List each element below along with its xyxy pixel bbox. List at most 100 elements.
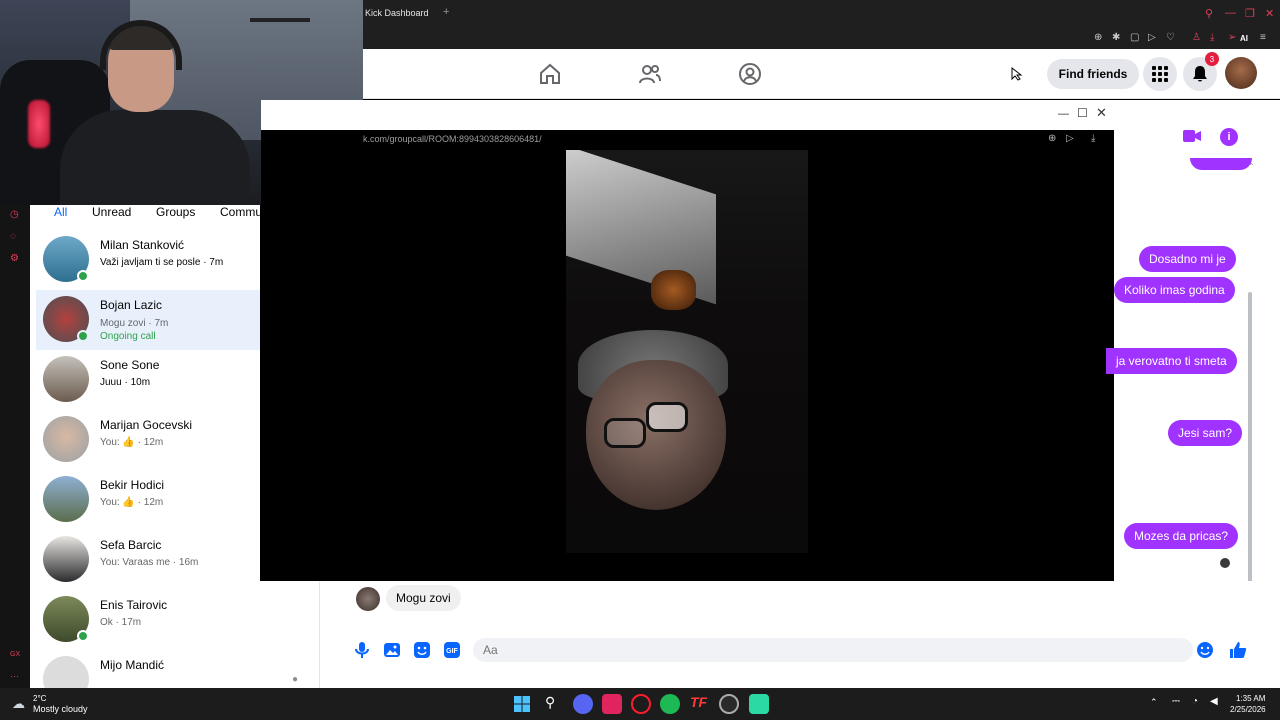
chat-name: Bojan Lazic bbox=[100, 298, 163, 312]
sidebar-footer: ⌄ bbox=[260, 581, 320, 688]
search-icon[interactable]: ⚲ bbox=[545, 694, 555, 711]
menu-icon[interactable]: ≡ bbox=[1260, 32, 1266, 43]
close-icon[interactable]: ✕ bbox=[1096, 105, 1107, 121]
network-icon[interactable]: ⎓ bbox=[1172, 696, 1180, 707]
profile-avatar[interactable] bbox=[1225, 57, 1257, 89]
chat-item[interactable]: Sefa Barcic You: Varaas me · 16m bbox=[36, 530, 260, 590]
sent-message: Koliko imas godina bbox=[1114, 277, 1235, 303]
home-icon[interactable] bbox=[538, 62, 562, 86]
weather-icon[interactable]: ☁ bbox=[12, 696, 25, 712]
settings-icon[interactable]: ⚙ bbox=[10, 253, 19, 264]
chat-item[interactable]: Mijo Mandić bbox=[36, 650, 260, 688]
discord-icon[interactable] bbox=[573, 694, 593, 714]
find-friends-button[interactable]: Find friends bbox=[1047, 59, 1139, 89]
chat-preview: You: 👍 · 12m bbox=[100, 437, 164, 448]
call-url[interactable]: k.com/groupcall/ROOM:8994303828606481/ bbox=[363, 134, 542, 144]
scrollbar[interactable]: ⌃ bbox=[1246, 162, 1255, 622]
browser-tabbar: Kick Dashboard + ⚲ — ❐ ✕ bbox=[363, 0, 1280, 30]
restore-icon[interactable]: ❐ bbox=[1245, 7, 1255, 20]
chat-name: Marijan Gocevski bbox=[100, 418, 193, 432]
chat-name: Sone Sone bbox=[100, 358, 160, 372]
filter-unread[interactable]: Unread bbox=[92, 205, 131, 219]
image-icon[interactable] bbox=[383, 641, 401, 659]
app-tf-icon[interactable]: TF bbox=[690, 694, 710, 714]
ai-button[interactable]: AI bbox=[1240, 34, 1248, 43]
emoji-icon[interactable] bbox=[1196, 641, 1214, 659]
clock-time[interactable]: 1:35 AM bbox=[1236, 694, 1265, 703]
screenshot-icon[interactable]: ▢ bbox=[1130, 32, 1139, 43]
close-icon[interactable]: ✕ bbox=[1265, 7, 1274, 20]
new-tab-button[interactable]: + bbox=[443, 6, 449, 18]
zoom-icon[interactable]: ⊕ bbox=[1048, 133, 1056, 144]
filter-groups[interactable]: Groups bbox=[156, 205, 195, 219]
apps-grid-icon[interactable] bbox=[1143, 57, 1177, 91]
chat-item[interactable]: Sone Sone Juuu · 10m bbox=[36, 350, 260, 410]
gx-icon[interactable]: GX bbox=[10, 651, 20, 658]
conversation-panel: i Dosadno mi je Koliko imas godina ja ve… bbox=[1106, 100, 1280, 581]
friends-icon[interactable] bbox=[638, 62, 662, 86]
online-indicator bbox=[77, 270, 89, 282]
tiktok-icon[interactable] bbox=[602, 694, 622, 714]
chat-app-icon[interactable] bbox=[749, 694, 769, 714]
chat-name: Milan Stanković bbox=[100, 238, 185, 252]
chat-list: All Unread Groups Commu Milan Stanković … bbox=[30, 205, 260, 688]
call-urlbar: k.com/groupcall/ROOM:8994303828606481/ ⊕… bbox=[261, 130, 1114, 150]
maximize-icon[interactable]: ☐ bbox=[1077, 106, 1088, 120]
message-bubble-partial bbox=[1190, 158, 1252, 170]
chrome-icon[interactable] bbox=[719, 694, 739, 714]
windows-start-icon[interactable] bbox=[514, 696, 530, 712]
chat-item[interactable]: Bekir Hodici You: 👍 · 12m bbox=[36, 470, 260, 530]
avatar bbox=[43, 656, 89, 688]
scrollbar-thumb bbox=[1248, 292, 1252, 612]
play-icon[interactable]: ▷ bbox=[1066, 133, 1074, 144]
seen-avatar bbox=[1220, 558, 1230, 568]
zoom-icon[interactable]: ⊕ bbox=[1094, 32, 1102, 43]
opera-icon[interactable] bbox=[631, 694, 651, 714]
sticker-icon[interactable] bbox=[413, 641, 431, 659]
sent-message: Dosadno mi je bbox=[1139, 246, 1236, 272]
chat-item[interactable]: Enis Tairovic Ok · 17m bbox=[36, 590, 260, 650]
minimize-icon[interactable]: — bbox=[1058, 108, 1069, 120]
chat-item[interactable]: Marijan Gocevski You: 👍 · 12m bbox=[36, 410, 260, 470]
browser-toolbar: ⊕ ✱ ▢ ▷ ♡ ♙ ⤓ ➢ AI ≡ bbox=[363, 30, 1280, 49]
chat-icon[interactable]: ◌ bbox=[10, 231, 16, 242]
message-input[interactable] bbox=[473, 638, 1193, 662]
download-icon[interactable]: ⤓ bbox=[1210, 32, 1214, 43]
chat-item[interactable]: Milan Stanković Važi javljam ti se posle… bbox=[36, 230, 260, 290]
thumbs-up-icon[interactable] bbox=[1229, 641, 1247, 659]
download-icon[interactable]: ⤓ bbox=[1091, 133, 1095, 144]
facebook-header: Find friends 3 bbox=[363, 49, 1280, 99]
filter-all[interactable]: All bbox=[54, 205, 67, 219]
volume-icon[interactable]: ◀ bbox=[1210, 696, 1218, 707]
gif-icon[interactable]: GIF bbox=[443, 641, 461, 659]
extension-strip: ◷ ◌ ⚙ GX ··· bbox=[0, 205, 30, 688]
minimize-icon[interactable]: — bbox=[1225, 7, 1236, 19]
groups-icon[interactable] bbox=[738, 62, 762, 86]
user-icon[interactable]: ♙ bbox=[1192, 32, 1201, 43]
spotify-icon[interactable] bbox=[660, 694, 680, 714]
chat-name: Bekir Hodici bbox=[100, 478, 165, 492]
chat-preview: You: 👍 · 12m bbox=[100, 497, 164, 508]
tray-chevron-icon[interactable]: ⌃ bbox=[1150, 697, 1158, 708]
play-icon[interactable]: ▷ bbox=[1148, 32, 1156, 43]
windows-taskbar: ☁ 2°C Mostly cloudy ⚲ TF ⌃ ⎓ ◔ ◀ 1:35 AM… bbox=[0, 688, 1280, 720]
remote-video-feed bbox=[566, 150, 808, 553]
video-call-icon[interactable] bbox=[1180, 124, 1204, 148]
call-status: Ongoing call bbox=[100, 331, 156, 342]
call-titlebar: — ☐ ✕ bbox=[261, 100, 1114, 130]
search-icon[interactable]: ⚲ bbox=[1205, 7, 1213, 20]
chat-item[interactable]: Bojan Lazic Mogu zovi · 7m Ongoing call bbox=[36, 290, 260, 350]
weather-description: Mostly cloudy bbox=[33, 704, 88, 714]
clock-date[interactable]: 2/25/2026 bbox=[1230, 705, 1266, 714]
chat-preview: Ok · 17m bbox=[100, 617, 142, 628]
send-icon[interactable]: ➢ bbox=[1228, 32, 1236, 43]
wifi-icon[interactable]: ◔ bbox=[1192, 696, 1198, 707]
more-icon[interactable]: ··· bbox=[10, 671, 19, 681]
browser-tab[interactable]: Kick Dashboard bbox=[365, 8, 429, 18]
info-icon[interactable]: i bbox=[1220, 128, 1238, 146]
filter-communities[interactable]: Commu bbox=[220, 205, 260, 219]
puzzle-icon[interactable]: ✱ bbox=[1112, 32, 1120, 43]
clock-icon[interactable]: ◷ bbox=[10, 209, 19, 220]
heart-icon[interactable]: ♡ bbox=[1166, 32, 1175, 43]
microphone-icon[interactable] bbox=[353, 641, 371, 659]
